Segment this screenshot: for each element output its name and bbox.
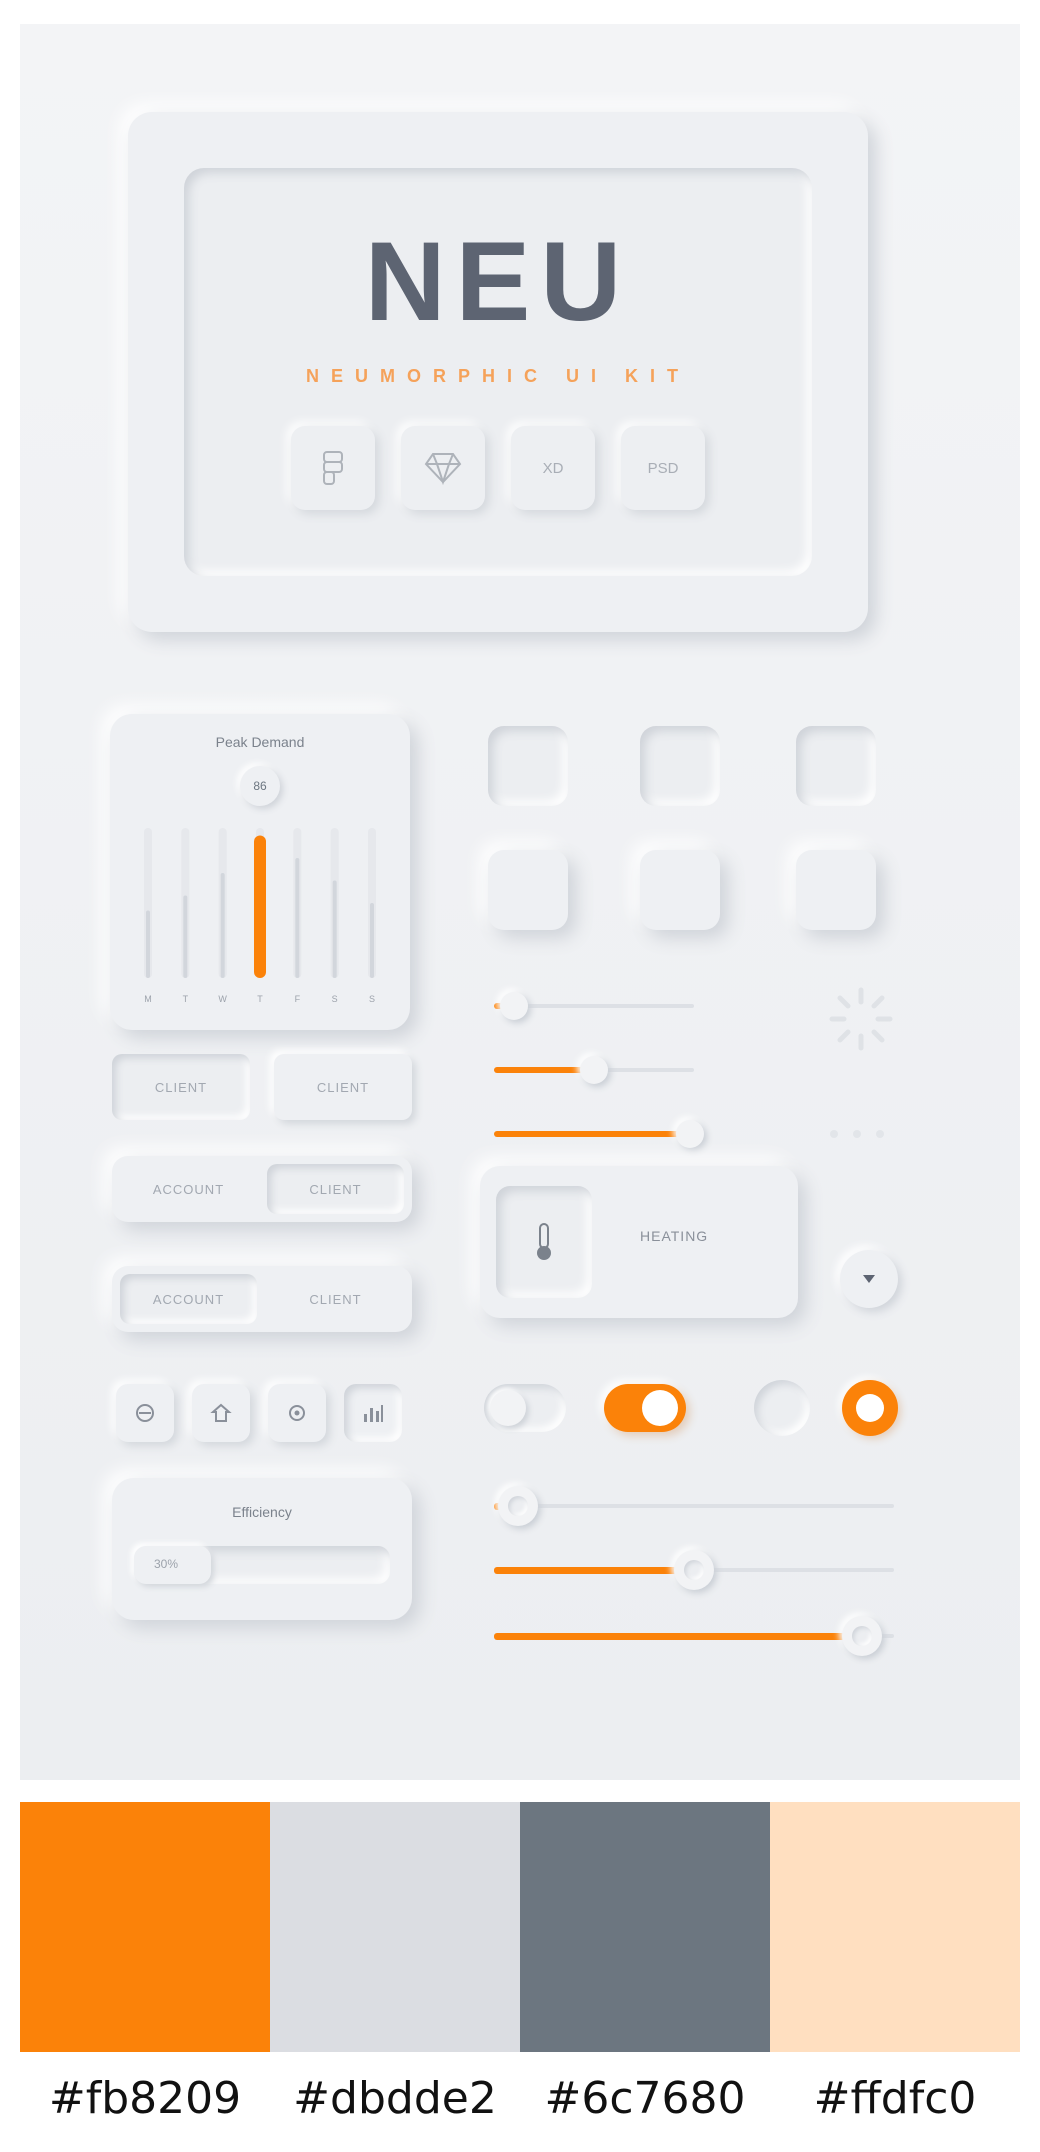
day-label: M [144,994,152,1004]
sketch-button[interactable] [401,426,485,510]
radio-on[interactable] [842,1380,898,1436]
radio-off[interactable] [754,1380,810,1436]
swatch-orange [20,1802,270,2052]
tile-pressed-3[interactable] [796,726,876,806]
psd-button[interactable]: PSD [621,426,705,510]
day-labels: MTWTFSS [110,994,410,1010]
figma-icon [323,451,343,485]
tile-raised-1[interactable] [488,850,568,930]
swatch-light-gray [270,1802,520,2052]
slider-small-3[interactable] [494,1120,704,1148]
hero-subtitle: NEUMORPHIC UI KIT [306,366,690,386]
slider-knob[interactable] [580,1056,608,1084]
settings-icon [289,1405,305,1421]
heating-card[interactable]: HEATING [480,1166,798,1318]
figma-button[interactable] [291,426,375,510]
toggle-thumb [642,1390,678,1426]
slider-knob[interactable] [842,1616,882,1656]
toggle-thumb [490,1390,526,1426]
tile-raised-2[interactable] [640,850,720,930]
segment-account[interactable]: ACCOUNT [120,1274,257,1324]
chart-button[interactable] [344,1384,402,1442]
chevron-down-icon [863,1275,875,1283]
heating-icon-well [496,1186,592,1298]
battery-button[interactable] [116,1384,174,1442]
segment-row-2: ACCOUNT CLIENT [112,1156,412,1222]
swatch-label: #ffdfc0 [813,2073,977,2124]
settings-button[interactable] [268,1384,326,1442]
toggle-on[interactable] [604,1384,686,1432]
home-button[interactable] [192,1384,250,1442]
slider-small-2[interactable] [494,1056,694,1084]
segment-row-1: CLIENT CLIENT [112,1054,412,1120]
tile-raised-3[interactable] [796,850,876,930]
peak-bar [220,873,225,978]
loading-spinner-icon [829,987,893,1051]
thermometer-icon [537,1223,551,1260]
peak-demand-card: Peak Demand 86 M T W T F S S [110,714,410,1030]
segment-client-1[interactable]: CLIENT [112,1054,250,1120]
palette-labels: #fb8209 #dbdde2 #6c7680 #ffdfc0 [20,2074,1020,2124]
xd-icon: XD [542,459,564,477]
dropdown-button[interactable] [840,1250,898,1308]
day-label: S [331,994,338,1004]
peak-demand-title: Peak Demand [215,734,305,750]
peak-demand-bars [144,828,376,978]
hero-card: NEU NEUMORPHIC UI KIT XD PSD [128,112,868,632]
slider-small-1[interactable] [494,992,694,1020]
battery-icon [136,1404,154,1422]
peak-bar [254,835,266,978]
day-label: S [368,994,376,1004]
swatch-slate [520,1802,770,2052]
segment-client[interactable]: CLIENT [267,1164,404,1214]
efficiency-title: Efficiency [232,1504,292,1520]
slider-large-2[interactable] [494,1550,894,1590]
day-label: T [257,994,263,1004]
xd-button[interactable]: XD [511,426,595,510]
sketch-icon [424,453,462,485]
icon-button-row [116,1384,406,1448]
segment-client[interactable]: CLIENT [267,1274,404,1324]
swatch-label: #dbdde2 [293,2073,497,2124]
efficiency-value: 30% [154,1557,179,1571]
peak-bar [332,880,337,978]
tile-pressed-2[interactable] [640,726,720,806]
day-label: W [218,994,227,1004]
efficiency-track: 30% [134,1546,390,1584]
peak-bar [370,903,374,978]
chart-icon [364,1405,383,1422]
peak-bar [146,910,150,978]
segment-client-2[interactable]: CLIENT [274,1054,412,1120]
hero-title: NEU [364,219,632,344]
slider-knob[interactable] [676,1120,704,1148]
day-label: F [294,994,301,1004]
swatch-label: #6c7680 [544,2073,746,2124]
peak-bar [183,895,188,978]
slider-knob[interactable] [500,992,528,1020]
slider-large-1[interactable] [494,1486,894,1526]
home-icon [210,1403,232,1422]
tile-pressed-1[interactable] [488,726,568,806]
swatch-peach [770,1802,1020,2052]
heating-label: HEATING [640,1228,709,1244]
swatch-label: #fb8209 [48,2073,242,2124]
efficiency-card: Efficiency 30% [112,1478,412,1620]
toggle-off[interactable] [484,1384,566,1432]
peak-bar [295,858,300,978]
slider-knob[interactable] [674,1550,714,1590]
hero-inner-panel: NEU NEUMORPHIC UI KIT XD PSD [184,168,812,576]
color-palette [20,1802,1020,2052]
segment-account[interactable]: ACCOUNT [120,1164,257,1214]
loading-dots-icon [830,1130,884,1138]
slider-large-3[interactable] [494,1616,894,1656]
psd-icon: PSD [647,459,679,477]
slider-knob[interactable] [498,1486,538,1526]
day-label: T [182,994,189,1004]
segment-row-3: ACCOUNT CLIENT [112,1266,412,1332]
peak-demand-value: 86 [240,766,280,806]
tool-icons: XD PSD [291,426,705,510]
